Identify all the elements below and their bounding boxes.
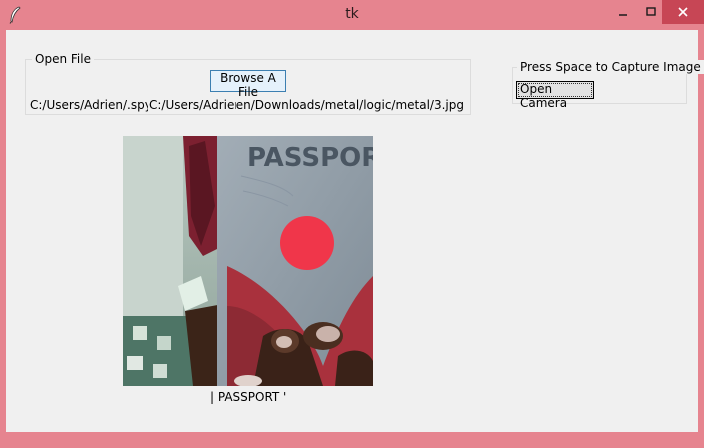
preview-caption: | PASSPORT ' (210, 390, 287, 404)
passport-photo: PASSPORT (123, 136, 373, 386)
window-bottom-border (0, 432, 704, 448)
app-window: tk Open File Browse A File C:/Users/Adri… (0, 0, 704, 448)
minimize-icon (619, 14, 627, 16)
passport-text: PASSPORT (247, 143, 373, 173)
browse-file-button[interactable]: Browse A File (210, 70, 286, 99)
close-icon (678, 7, 688, 17)
open-file-group: Open File Browse A File C:/Users/Adrien/… (25, 52, 471, 115)
client-area: Open File Browse A File C:/Users/Adrien/… (6, 30, 704, 432)
open-file-label: Open File (32, 52, 94, 66)
close-button[interactable] (662, 0, 704, 24)
open-camera-button[interactable]: Open Camera (516, 81, 594, 110)
capture-label: Press Space to Capture Image (517, 60, 704, 74)
file-path-label: C:/Users/Adrien/.spyder (30, 97, 148, 113)
title-bar[interactable]: tk (0, 0, 704, 30)
window-title: tk (345, 6, 359, 22)
image-preview: PASSPORT (123, 136, 373, 386)
capture-group: Press Space to Capture Image Open Camera (512, 60, 704, 110)
file-path-label: C:/Users/Adrien/Downloads/metal/logic/me… (236, 97, 464, 113)
file-path-label: C:/Users/Adrien/Downloads/sign.jpg (149, 97, 248, 113)
maximize-icon (646, 7, 656, 16)
minimize-button[interactable] (608, 0, 638, 24)
